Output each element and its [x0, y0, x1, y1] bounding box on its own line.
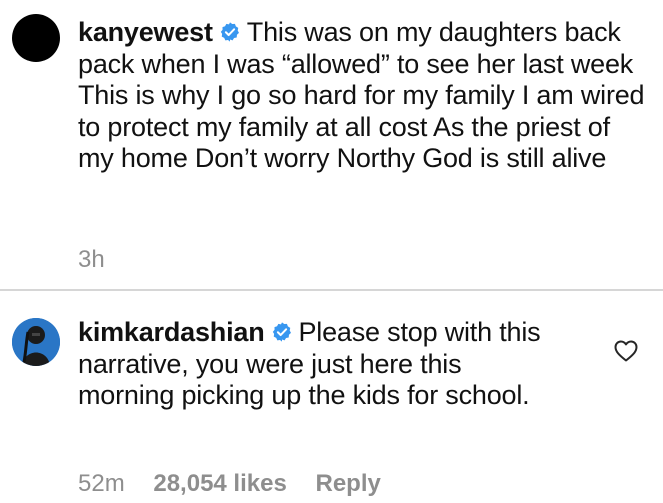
heart-outline-icon[interactable]	[614, 340, 638, 362]
comment-body: kimkardashian Please stop with this narr…	[78, 317, 548, 412]
avatar[interactable]	[12, 14, 60, 62]
username[interactable]: kimkardashian	[78, 317, 265, 347]
avatar-photo-icon	[12, 318, 60, 366]
comment-body: kanyewest This was on my daughters back …	[78, 17, 648, 175]
reply-button[interactable]: Reply	[315, 470, 380, 497]
verified-badge-icon	[272, 322, 291, 342]
likes-count-button[interactable]: 28,054 likes	[153, 470, 286, 497]
avatar[interactable]	[12, 318, 60, 366]
comment-kanyewest: kanyewest This was on my daughters back …	[0, 0, 663, 286]
comment-meta: 3h	[78, 246, 127, 274]
verified-badge-icon	[220, 22, 239, 42]
comment-meta: 52m 28,054 likes Reply	[78, 470, 403, 498]
timestamp: 3h	[78, 246, 105, 273]
divider	[0, 289, 663, 291]
timestamp: 52m	[78, 470, 125, 497]
username[interactable]: kanyewest	[78, 17, 213, 47]
